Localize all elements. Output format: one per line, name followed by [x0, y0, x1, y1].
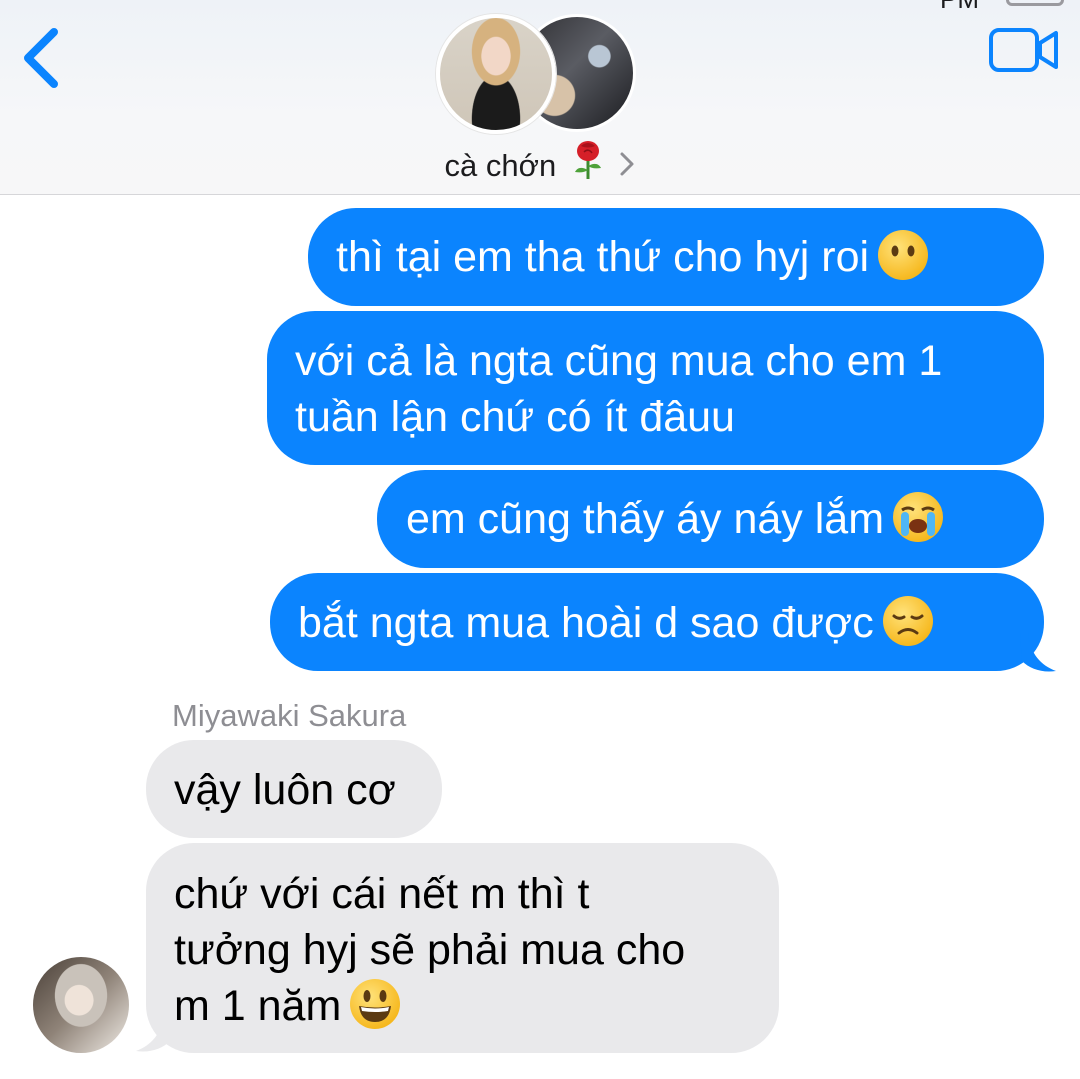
battery-icon [1006, 0, 1064, 6]
incoming-message-bubble[interactable]: vậy luôn cơ [146, 740, 442, 838]
message-text: bắt ngta mua hoài d sao được [298, 599, 874, 647]
contact-name-button[interactable]: cà chớn [0, 140, 1080, 188]
loudly-crying-face-emoji-icon [892, 491, 944, 543]
group-avatar[interactable] [436, 14, 642, 134]
chevron-right-icon [619, 149, 635, 185]
grinning-face-emoji-icon [349, 978, 401, 1030]
message-text-line: tuần lận chứ có ít đâuu [295, 393, 735, 441]
rose-emoji-icon [571, 140, 605, 188]
outgoing-message-bubble[interactable]: bắt ngta mua hoài d sao được [270, 573, 1044, 671]
message-text-line: chứ với cái nết m thì t [174, 870, 590, 918]
video-camera-icon [989, 28, 1058, 72]
chevron-left-icon [24, 28, 58, 88]
message-text: vậy luôn cơ [174, 766, 396, 814]
outgoing-message-bubble[interactable]: thì tại em tha thứ cho hyj roi [308, 208, 1044, 306]
message-text-line: m 1 năm [174, 982, 342, 1030]
message-text: thì tại em tha thứ cho hyj roi [336, 233, 870, 281]
avatar-primary [436, 14, 556, 134]
outgoing-message-bubble[interactable]: em cũng thấy áy náy lắm [377, 470, 1044, 568]
face-without-mouth-emoji-icon [877, 229, 929, 281]
conversation-header: PM cà chớn [0, 0, 1080, 195]
video-call-button[interactable] [988, 26, 1060, 74]
message-text-line: với cả là ngta cũng mua cho em 1 [295, 337, 943, 385]
sender-avatar[interactable] [33, 957, 129, 1053]
incoming-bubble-tail [136, 1013, 172, 1052]
incoming-message-bubble[interactable]: chứ với cái nết m thì t tưởng hyj sẽ phả… [146, 843, 779, 1053]
message-text: em cũng thấy áy náy lắm [406, 495, 885, 543]
disappointed-face-emoji-icon [882, 595, 934, 647]
messages-screen: PM cà chớn [0, 0, 1080, 1079]
outgoing-bubble-tail [1020, 633, 1056, 672]
outgoing-message-bubble[interactable]: với cả là ngta cũng mua cho em 1 tuần lậ… [267, 311, 1044, 465]
sender-name: Miyawaki Sakura [172, 698, 407, 733]
contact-name: cà chớn [444, 148, 557, 183]
back-button[interactable] [14, 22, 74, 94]
message-text-line: tưởng hyj sẽ phải mua cho [174, 926, 686, 974]
status-time: PM [940, 0, 979, 15]
